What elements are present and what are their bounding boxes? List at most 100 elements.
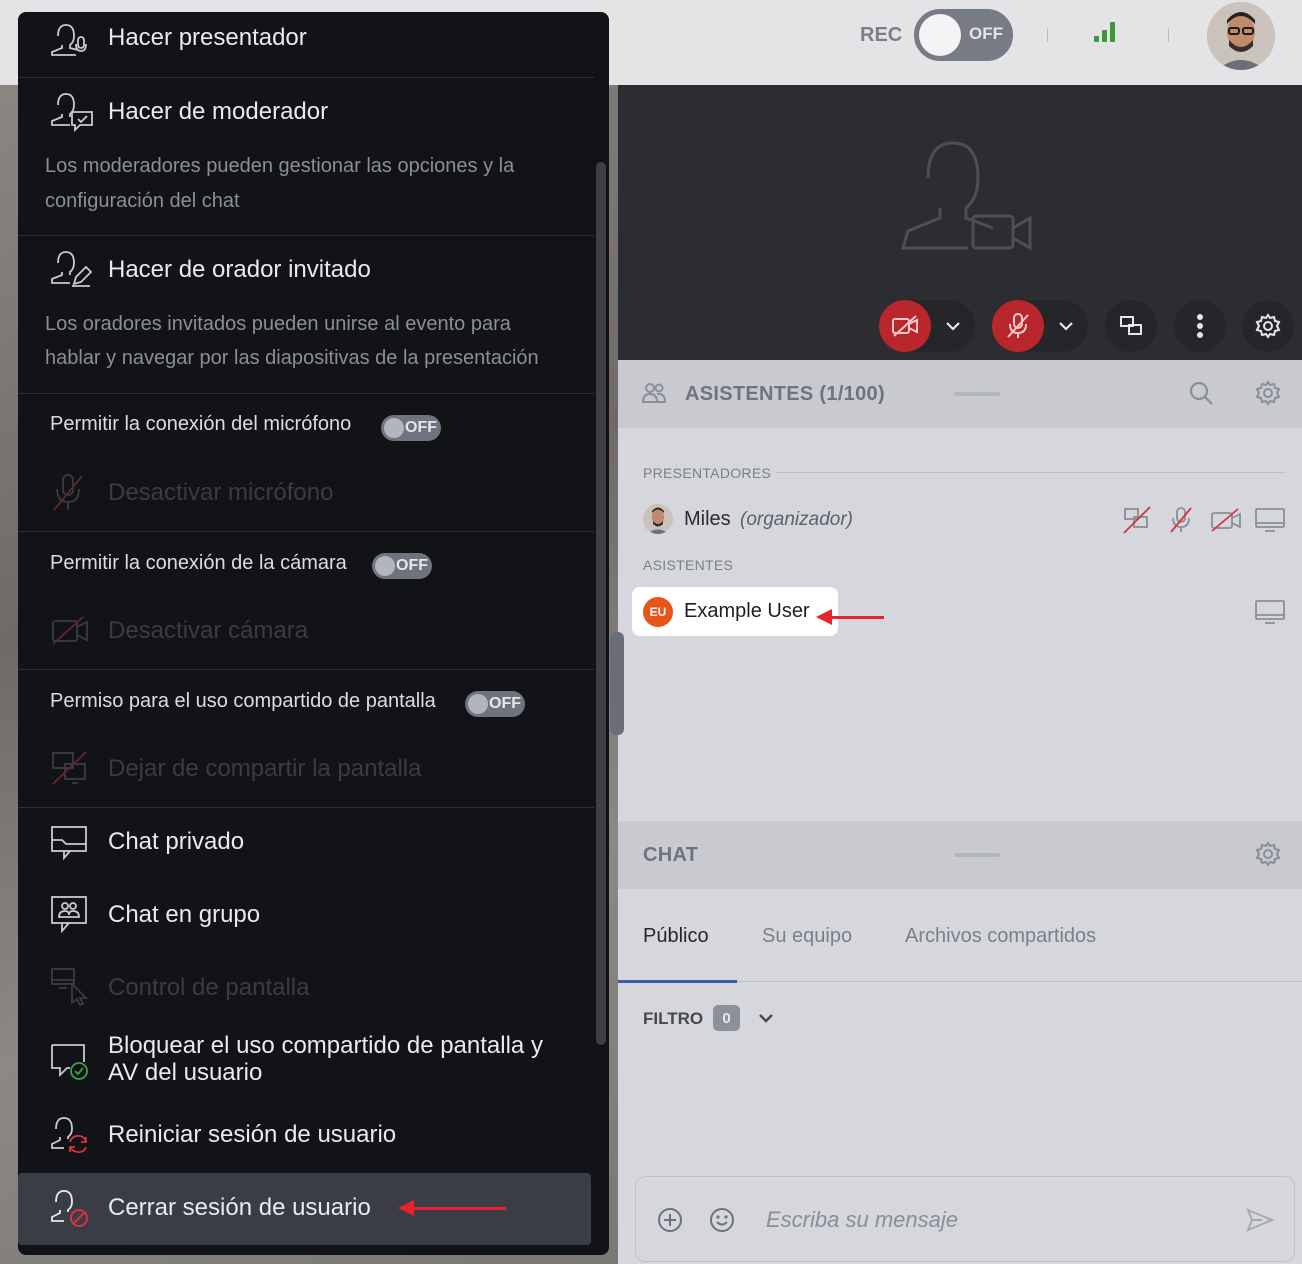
rec-toggle[interactable]: OFF bbox=[914, 9, 1013, 61]
menu-item-label: Control de pantalla bbox=[108, 974, 310, 1001]
menu-item-private-chat[interactable]: Chat privado bbox=[18, 812, 594, 874]
resize-grip[interactable] bbox=[954, 392, 1000, 396]
attendees-title: ASISTENTES (1/100) bbox=[685, 383, 885, 405]
user-avatar[interactable] bbox=[1207, 2, 1275, 70]
mic-off-button[interactable] bbox=[992, 300, 1044, 352]
tab-team[interactable]: Su equipo bbox=[762, 925, 852, 948]
monitor-icon bbox=[1255, 600, 1285, 624]
allow-camera-label: Permitir la conexión de la cámara bbox=[50, 552, 347, 574]
menu-item-restart-session[interactable]: Reiniciar sesión de usuario bbox=[18, 1104, 594, 1166]
menu-item-label: Cerrar sesión de usuario bbox=[108, 1194, 371, 1221]
mic-control[interactable] bbox=[992, 300, 1088, 352]
menu-item-label: Chat en grupo bbox=[108, 901, 261, 928]
search-icon[interactable] bbox=[1188, 380, 1214, 406]
filter-label[interactable]: FILTRO bbox=[643, 1009, 703, 1029]
mic-off-icon bbox=[53, 474, 83, 511]
tab-public[interactable]: Público bbox=[643, 925, 709, 948]
send-icon[interactable] bbox=[1246, 1207, 1274, 1233]
menu-item-block-user-av[interactable]: Bloquear el uso compartido de pantalla y… bbox=[18, 1028, 594, 1098]
monitor-icon bbox=[1255, 508, 1285, 532]
toggle-state: OFF bbox=[396, 557, 428, 574]
menu-item-label: Dejar de compartir la pantalla bbox=[108, 755, 422, 782]
camera-control[interactable] bbox=[879, 300, 975, 352]
toggle-state: OFF bbox=[405, 419, 437, 436]
menu-item-label: Reiniciar sesión de usuario bbox=[108, 1121, 397, 1148]
camera-off-button[interactable] bbox=[879, 300, 931, 352]
menu-item-label: Hacer de moderador bbox=[108, 98, 329, 125]
menu-item-screen-control: Control de pantalla bbox=[18, 956, 594, 1018]
message-composer[interactable]: Escriba su mensaje bbox=[635, 1176, 1295, 1262]
attendee-row-highlight[interactable]: EU Example User bbox=[632, 587, 838, 636]
annotation-arrow bbox=[398, 1200, 506, 1216]
attendees-list: PRESENTADORES Miles (organizador) ASISTE… bbox=[618, 428, 1302, 821]
menu-item-make-moderator[interactable]: Hacer de moderador Los moderadores puede… bbox=[18, 78, 594, 235]
moderator-description: configuración del chat bbox=[45, 190, 240, 212]
guest-description: hablar y navegar por las diapositivas de… bbox=[45, 347, 539, 369]
chat-check-icon bbox=[51, 1044, 88, 1080]
person-block-icon bbox=[51, 1190, 88, 1227]
person-mic-icon bbox=[51, 24, 87, 56]
camera-off-icon bbox=[52, 616, 88, 645]
people-icon bbox=[641, 383, 667, 403]
layout-button[interactable] bbox=[1105, 300, 1157, 352]
allow-screenshare-toggle[interactable]: OFF bbox=[465, 691, 525, 717]
chevron-down-icon[interactable] bbox=[1058, 315, 1074, 337]
gear-icon[interactable] bbox=[1255, 841, 1281, 867]
menu-item-label: Hacer presentador bbox=[108, 24, 307, 51]
allow-mic-toggle[interactable]: OFF bbox=[381, 415, 441, 441]
menu-item-label: Bloquear el uso compartido de pantalla y bbox=[108, 1032, 543, 1059]
camera-placeholder-icon bbox=[900, 141, 1032, 251]
attendee-avatar: EU bbox=[643, 597, 673, 627]
person-edit-icon bbox=[51, 251, 93, 287]
chat-panel: Público Su equipo Archivos compartidos F… bbox=[618, 889, 1302, 1264]
attendees-header: ASISTENTES (1/100) bbox=[618, 360, 1302, 428]
chevron-down-icon[interactable] bbox=[945, 315, 961, 337]
menu-item-label: Desactivar cámara bbox=[108, 617, 309, 644]
tab-shared-files[interactable]: Archivos compartidos bbox=[905, 925, 1096, 948]
screen-off-icon bbox=[52, 751, 87, 785]
divider bbox=[18, 807, 594, 808]
layout-icon bbox=[1120, 316, 1142, 335]
divider bbox=[18, 531, 594, 532]
separator bbox=[1168, 28, 1169, 42]
allow-screenshare-label: Permiso para el uso compartido de pantal… bbox=[50, 690, 436, 712]
mic-off-icon bbox=[1170, 507, 1192, 533]
guest-description: Los oradores invitados pueden unirse al … bbox=[45, 313, 511, 335]
divider bbox=[776, 472, 1286, 473]
menu-item-make-presenter[interactable]: Hacer presentador bbox=[18, 12, 594, 77]
rec-toggle-knob bbox=[919, 14, 961, 56]
panel-scrollbar-thumb[interactable] bbox=[610, 632, 624, 735]
moderator-description: Los moderadores pueden gestionar las opc… bbox=[45, 155, 515, 177]
divider bbox=[18, 669, 594, 670]
screen-control-icon bbox=[51, 968, 89, 1006]
presenter-role: (organizador) bbox=[740, 509, 853, 530]
presenter-avatar bbox=[643, 504, 673, 534]
menu-item-make-guest-speaker[interactable]: Hacer de orador invitado Los oradores in… bbox=[18, 236, 594, 393]
emoji-icon[interactable] bbox=[709, 1207, 735, 1233]
menu-scrollbar-track[interactable] bbox=[596, 162, 606, 1045]
menu-item-label: Desactivar micrófono bbox=[108, 479, 334, 506]
toggle-state: OFF bbox=[489, 695, 521, 712]
menu-item-group-chat[interactable]: Chat en grupo bbox=[18, 884, 594, 946]
settings-button[interactable] bbox=[1242, 300, 1294, 352]
allow-camera-toggle[interactable]: OFF bbox=[372, 553, 432, 579]
person-chat-icon bbox=[51, 93, 93, 132]
chevron-down-icon[interactable] bbox=[758, 1011, 774, 1025]
more-options-button[interactable] bbox=[1174, 300, 1226, 352]
toggle-knob bbox=[384, 418, 404, 438]
toggle-knob bbox=[375, 556, 395, 576]
chat-header: CHAT bbox=[618, 821, 1302, 889]
menu-item-label: Hacer de orador invitado bbox=[108, 256, 371, 283]
allow-mic-label: Permitir la conexión del micrófono bbox=[50, 413, 352, 435]
resize-grip[interactable] bbox=[954, 853, 1000, 857]
plus-circle-icon[interactable] bbox=[657, 1207, 683, 1233]
presenter-name[interactable]: Miles bbox=[684, 508, 731, 531]
screen-off-icon bbox=[1123, 506, 1151, 534]
divider bbox=[18, 393, 594, 394]
more-vertical-icon bbox=[1197, 314, 1203, 338]
gear-icon[interactable] bbox=[1255, 380, 1281, 406]
chat-private-icon bbox=[51, 826, 87, 860]
chat-group-icon bbox=[51, 896, 87, 933]
message-input[interactable]: Escriba su mensaje bbox=[766, 1207, 958, 1233]
gear-icon bbox=[1255, 313, 1281, 339]
